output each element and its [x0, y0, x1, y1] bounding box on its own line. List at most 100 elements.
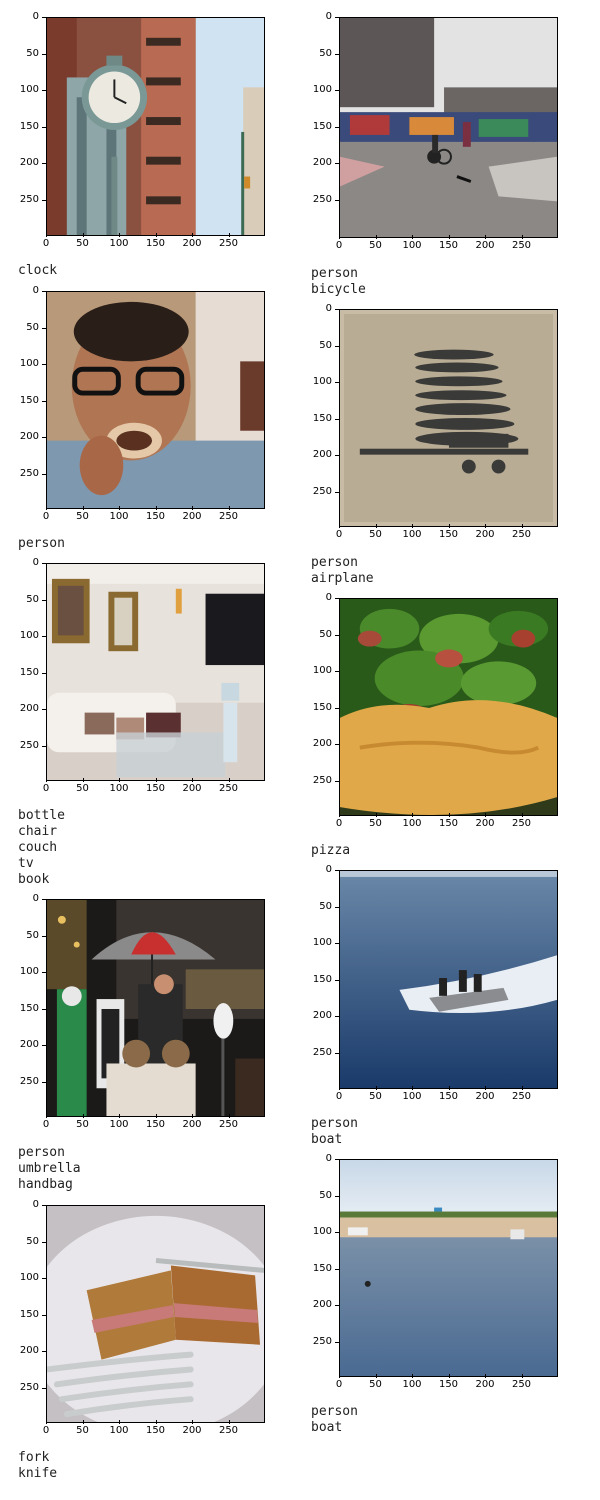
detected-label: boat [311, 1132, 343, 1147]
x-tick-label: 200 [470, 235, 500, 251]
x-tick-label: 250 [507, 1086, 537, 1102]
x-tick-label: 250 [507, 524, 537, 540]
y-tick-label: 200 [9, 1040, 46, 1050]
y-tick-label: 250 [302, 194, 339, 205]
y-tick-label: 150 [302, 413, 339, 424]
x-tick-label: 100 [397, 524, 427, 540]
x-tick-label: 100 [104, 233, 134, 249]
x-tick-label: 100 [104, 778, 134, 794]
x-tick-label: 150 [141, 1114, 171, 1130]
x-tick-label: 200 [177, 1420, 207, 1436]
x-tick-label: 150 [434, 813, 464, 829]
man-eating-image [47, 292, 264, 508]
pizza-image [340, 599, 557, 815]
x-tick-label: 250 [214, 506, 244, 522]
x-tick-label: 150 [434, 524, 464, 540]
detected-labels: bottle chair couch tv book [18, 808, 65, 888]
x-tick-label: 200 [177, 233, 207, 249]
image-frame [46, 1205, 265, 1423]
detected-label: person [311, 555, 358, 570]
x-tick-label: 100 [397, 235, 427, 251]
detected-label: couch [18, 840, 58, 855]
y-tick-label: 200 [302, 450, 339, 460]
umbrella-crowd-image [47, 900, 264, 1116]
x-tick-label: 200 [470, 1086, 500, 1102]
detected-labels: fork knife [18, 1450, 57, 1482]
y-tick-label: 100 [302, 377, 339, 387]
x-tick-label: 250 [214, 1420, 244, 1436]
x-tick-label: 200 [177, 778, 207, 794]
x-tick-label: 150 [434, 1374, 464, 1390]
x-tick-label: 250 [507, 813, 537, 829]
y-tick-label: 100 [9, 1273, 46, 1283]
y-tick-label: 0 [9, 12, 46, 22]
x-tick-label: 200 [177, 506, 207, 522]
detected-label: boat [311, 1420, 343, 1435]
image-frame [46, 291, 265, 509]
y-tick-label: 50 [9, 1236, 46, 1247]
y-tick-label: 150 [9, 1309, 46, 1320]
y-tick-label: 0 [302, 304, 339, 314]
detected-label: person [311, 1404, 358, 1419]
detected-label: tv [18, 856, 34, 871]
y-tick-label: 50 [9, 322, 46, 333]
x-tick-label: 150 [141, 506, 171, 522]
y-tick-label: 100 [9, 85, 46, 95]
living-room-image [47, 564, 264, 780]
y-tick-label: 200 [9, 158, 46, 168]
image-frame [339, 598, 558, 816]
detected-labels: clock [18, 263, 57, 279]
x-tick-label: 50 [361, 524, 391, 540]
x-tick-label: 100 [104, 1420, 134, 1436]
x-tick-label: 100 [397, 1086, 427, 1102]
x-tick-label: 100 [397, 1374, 427, 1390]
x-tick-label: 100 [104, 506, 134, 522]
detected-label: person [311, 266, 358, 281]
y-tick-label: 150 [302, 1263, 339, 1274]
x-tick-label: 100 [104, 1114, 134, 1130]
y-tick-label: 250 [9, 468, 46, 479]
y-tick-label: 250 [9, 194, 46, 205]
detected-label: fork [18, 1450, 50, 1465]
y-tick-label: 250 [302, 775, 339, 786]
detected-labels: person airplane [311, 555, 374, 587]
y-tick-label: 250 [302, 1336, 339, 1347]
image-frame [46, 899, 265, 1117]
x-tick-label: 150 [141, 233, 171, 249]
y-tick-label: 200 [9, 704, 46, 714]
detected-labels: pizza [311, 843, 350, 859]
x-tick-label: 0 [31, 506, 61, 522]
x-tick-label: 150 [434, 235, 464, 251]
image-frame [46, 563, 265, 781]
y-tick-label: 50 [302, 1190, 339, 1201]
beach-water-image [340, 1160, 557, 1376]
x-tick-label: 50 [361, 1086, 391, 1102]
detected-label: bottle [18, 808, 65, 823]
y-tick-label: 0 [9, 894, 46, 904]
x-tick-label: 150 [434, 1086, 464, 1102]
detected-label: umbrella [18, 1161, 81, 1176]
y-tick-label: 100 [302, 85, 339, 95]
y-tick-label: 250 [9, 1382, 46, 1393]
y-tick-label: 150 [9, 121, 46, 132]
y-tick-label: 200 [302, 1011, 339, 1021]
clock-street-image [47, 18, 264, 235]
y-tick-label: 150 [302, 121, 339, 132]
x-tick-label: 200 [470, 524, 500, 540]
x-tick-label: 50 [361, 1374, 391, 1390]
detected-labels: person [18, 536, 65, 552]
detected-label: book [18, 872, 50, 887]
y-tick-label: 250 [9, 1076, 46, 1087]
y-tick-label: 100 [9, 631, 46, 641]
x-tick-label: 100 [397, 813, 427, 829]
x-tick-label: 0 [31, 1114, 61, 1130]
image-frame [339, 870, 558, 1089]
x-tick-label: 0 [31, 233, 61, 249]
y-tick-label: 150 [9, 395, 46, 406]
image-frame [339, 1159, 558, 1377]
x-tick-label: 250 [214, 1114, 244, 1130]
y-tick-label: 50 [9, 594, 46, 605]
y-tick-label: 50 [302, 340, 339, 351]
skatepark-image [340, 18, 557, 237]
speedboat-image [340, 871, 557, 1088]
